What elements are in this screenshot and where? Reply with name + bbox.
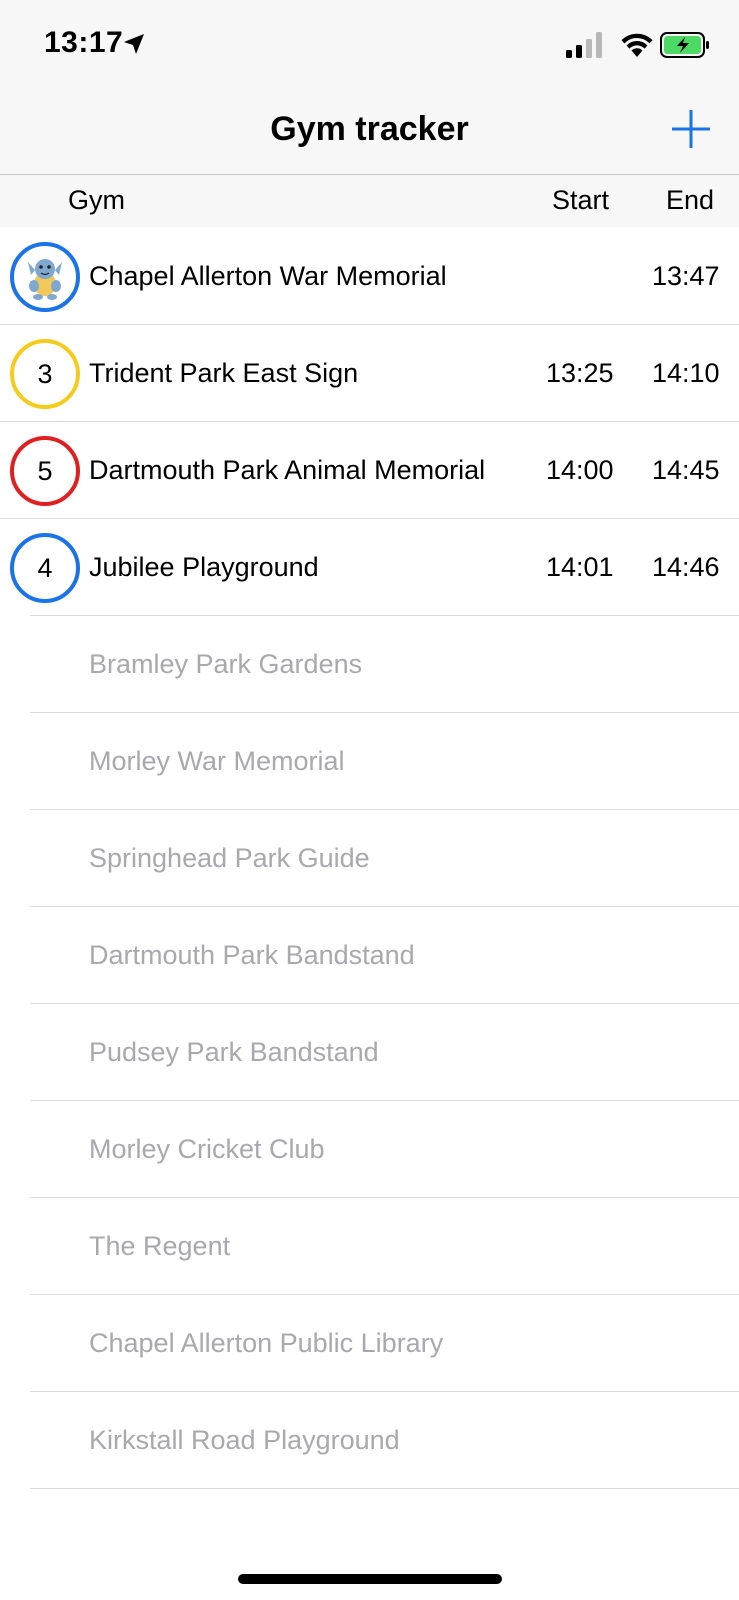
battery-charging-icon [660, 32, 709, 58]
gym-name: Jubilee Playground [89, 552, 319, 582]
column-end-label: End [666, 185, 715, 215]
gym-name: Dartmouth Park Bandstand [89, 940, 415, 970]
status-time: 13:17 [44, 26, 124, 59]
gym-name: Chapel Allerton Public Library [89, 1328, 444, 1358]
gym-team-badge [10, 242, 80, 312]
gym-row-active[interactable]: 3 Trident Park East Sign 13:25 14:10 [0, 325, 739, 422]
gym-name: Morley War Memorial [89, 746, 345, 776]
gym-name: Pudsey Park Bandstand [89, 1037, 379, 1067]
gym-name: Kirkstall Road Playground [89, 1425, 400, 1455]
add-gym-button[interactable] [668, 106, 714, 152]
gym-row-active[interactable]: 5 Dartmouth Park Animal Memorial 14:00 1… [0, 422, 739, 519]
home-indicator[interactable] [238, 1574, 502, 1584]
gym-tier-badge: 5 [10, 436, 80, 506]
wifi-icon [621, 33, 653, 57]
gym-row-inactive[interactable]: Kirkstall Road Playground [0, 1392, 739, 1489]
gym-end-time: 14:46 [652, 552, 720, 582]
gym-name: Trident Park East Sign [89, 358, 359, 388]
gym-row-inactive[interactable]: The Regent [0, 1198, 739, 1295]
gym-row-inactive[interactable]: Bramley Park Gardens [0, 616, 739, 713]
gym-start-time: 13:25 [546, 358, 614, 388]
navigation-bar: Gym tracker [0, 88, 739, 175]
gym-row-inactive[interactable]: Morley War Memorial [0, 713, 739, 810]
gym-start-time: 14:00 [546, 455, 614, 485]
gym-end-time: 14:10 [652, 358, 720, 388]
gym-name: Bramley Park Gardens [89, 649, 363, 679]
gym-name: Springhead Park Guide [89, 843, 370, 873]
gym-tier-badge: 4 [10, 533, 80, 603]
gym-row-active[interactable]: Chapel Allerton War Memorial 13:47 [0, 228, 739, 325]
column-start-label: Start [552, 185, 610, 215]
gym-row-inactive[interactable]: Dartmouth Park Bandstand [0, 907, 739, 1004]
gym-name: Chapel Allerton War Memorial [89, 261, 447, 291]
cellular-signal-icon [566, 32, 602, 58]
pokemon-avatar-icon [16, 248, 74, 306]
column-gym-label: Gym [68, 185, 125, 215]
gym-row-inactive[interactable]: Springhead Park Guide [0, 810, 739, 907]
page-title: Gym tracker [270, 110, 469, 148]
gym-row-inactive[interactable]: Morley Cricket Club [0, 1101, 739, 1198]
gym-end-time: 14:45 [652, 455, 720, 485]
column-header: Gym Start End [0, 175, 739, 227]
gym-row-inactive[interactable]: Pudsey Park Bandstand [0, 1004, 739, 1101]
gym-name: The Regent [89, 1231, 231, 1261]
gym-list: Chapel Allerton War Memorial 13:47 3 Tri… [0, 228, 739, 1489]
row-divider [30, 1488, 739, 1489]
gym-name: Morley Cricket Club [89, 1134, 325, 1164]
location-arrow-icon [124, 34, 144, 54]
gym-name: Dartmouth Park Animal Memorial [89, 455, 486, 485]
gym-tier-badge: 3 [10, 339, 80, 409]
gym-start-time: 14:01 [546, 552, 614, 582]
gym-row-inactive[interactable]: Chapel Allerton Public Library [0, 1295, 739, 1392]
gym-end-time: 13:47 [652, 261, 720, 291]
plus-icon [672, 110, 710, 148]
gym-row-active[interactable]: 4 Jubilee Playground 14:01 14:46 [0, 519, 739, 616]
status-bar: 13:17 [0, 0, 739, 88]
